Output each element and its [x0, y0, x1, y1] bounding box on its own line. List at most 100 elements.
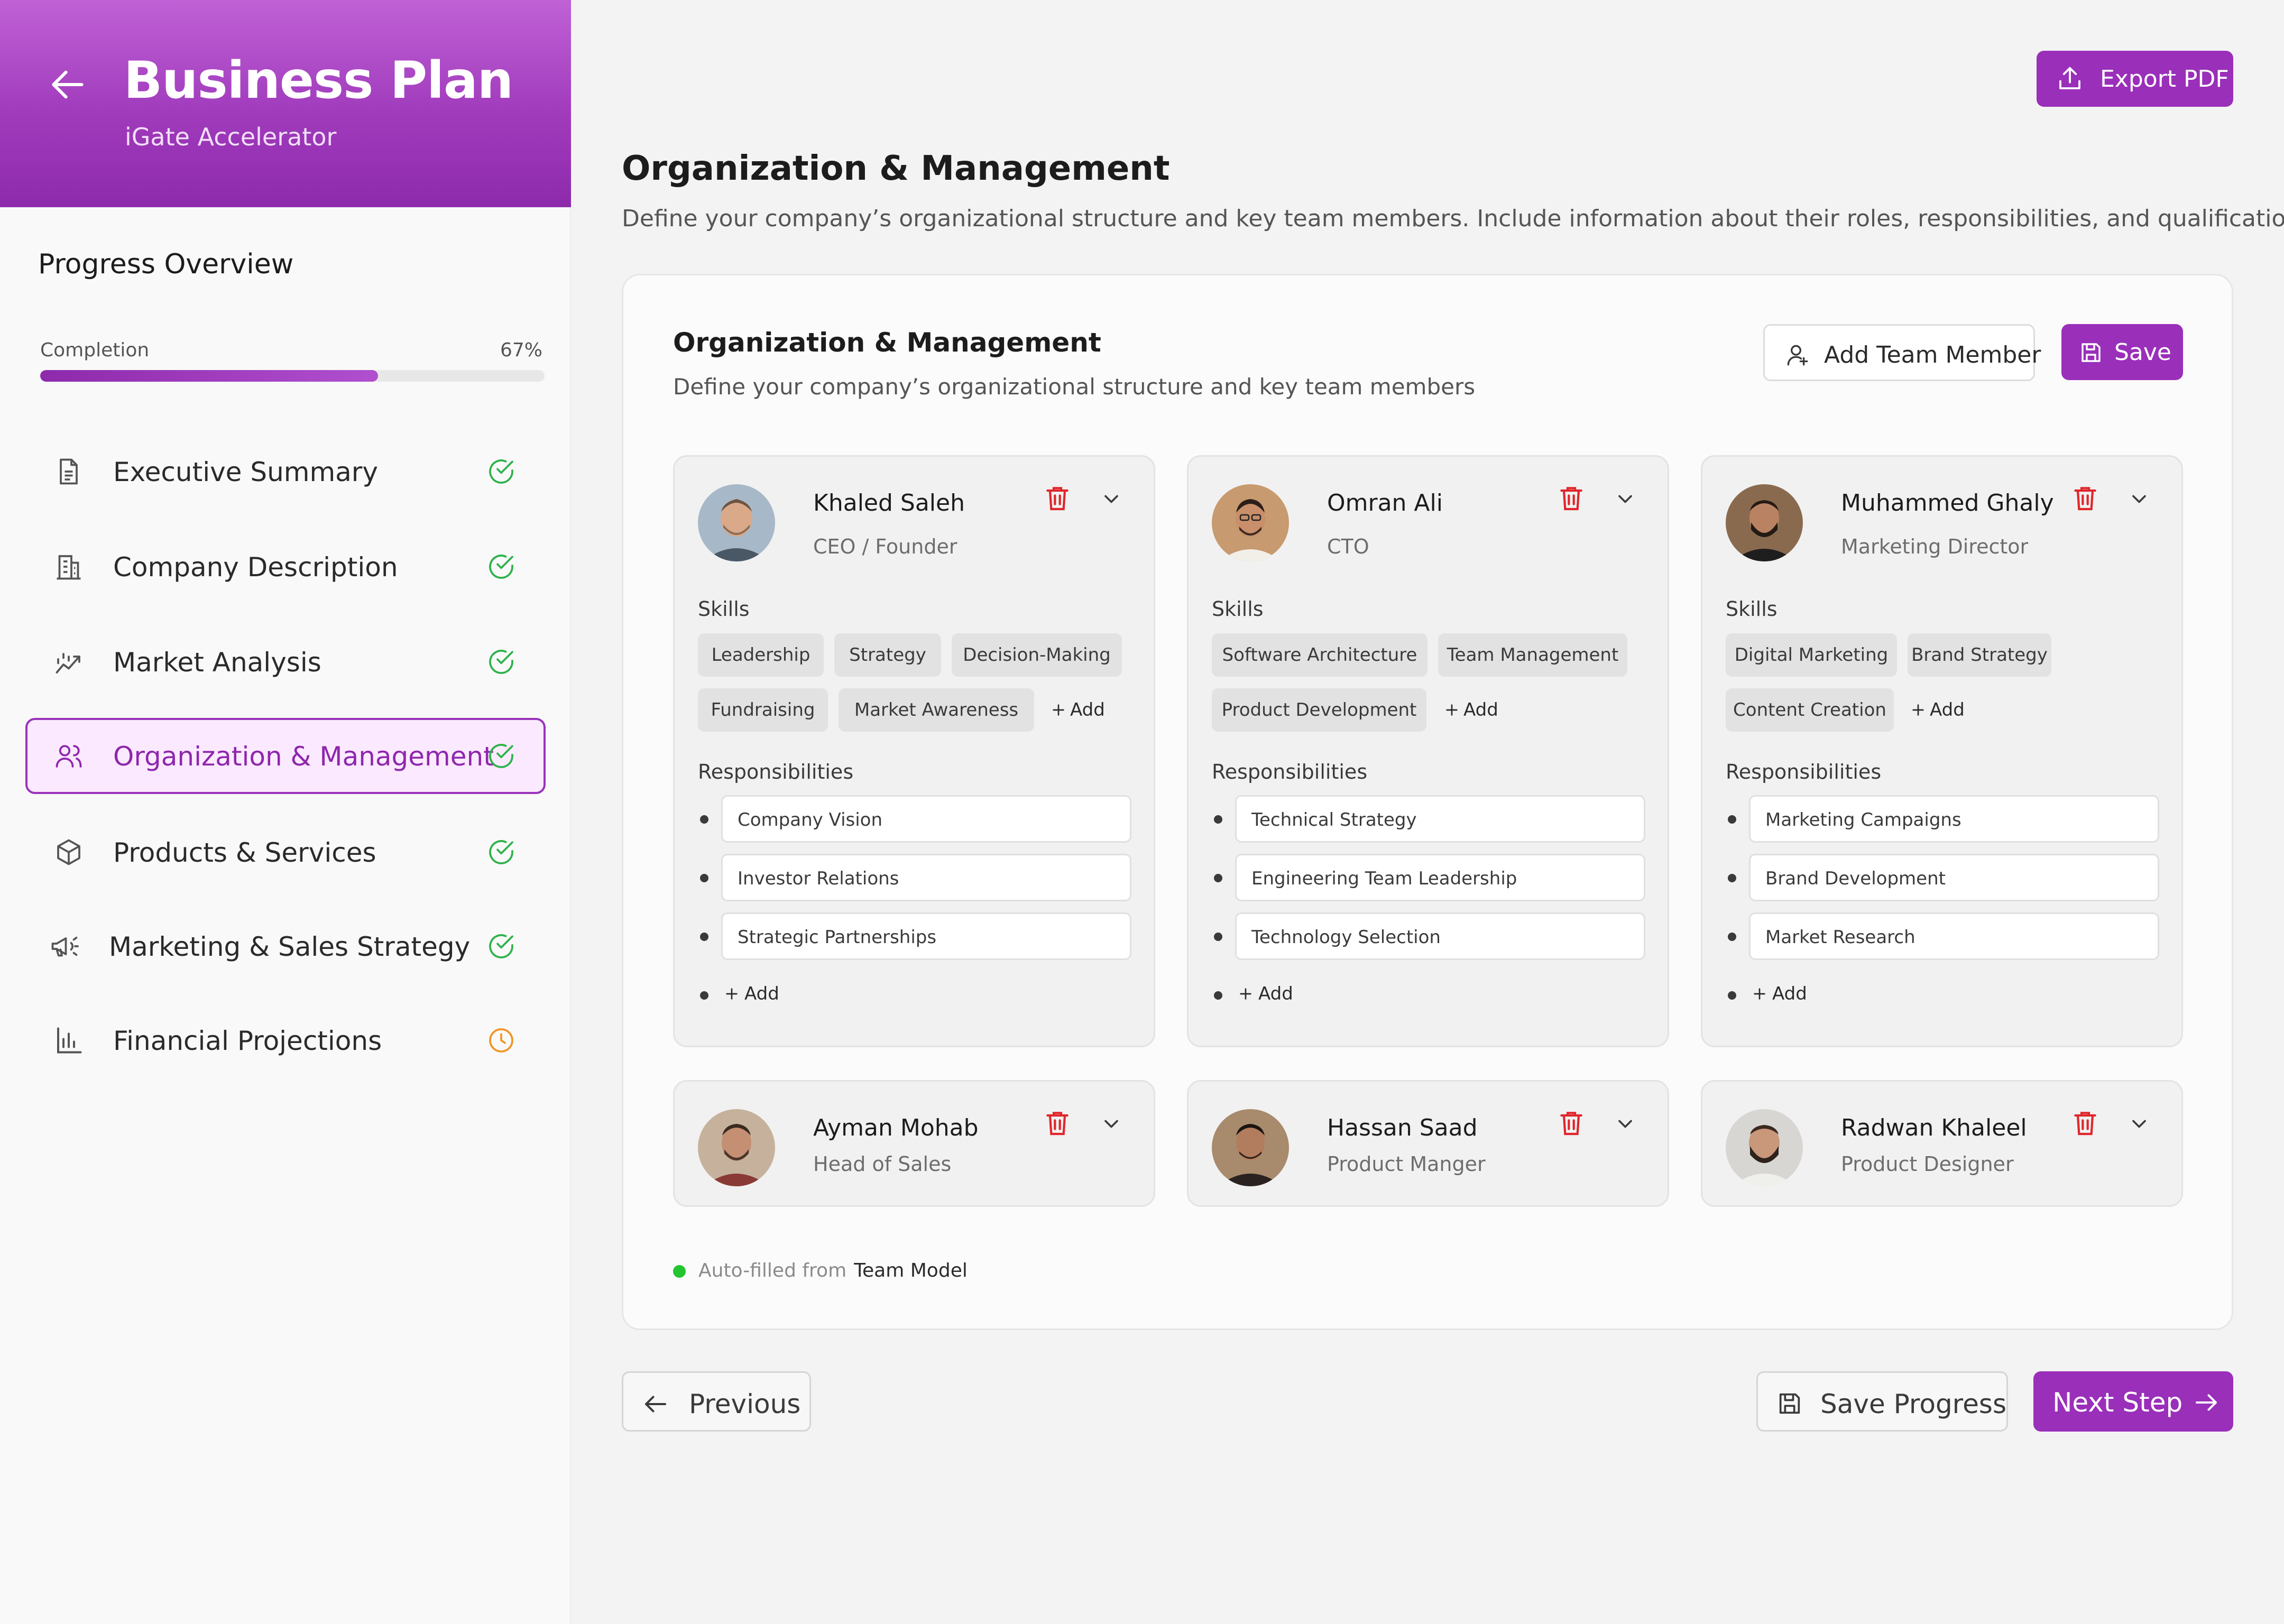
team-member-card[interactable]: Ayman Mohab Head of Sales	[673, 1080, 1155, 1207]
trash-icon[interactable]	[1043, 482, 1072, 514]
save-label: Save	[2114, 339, 2172, 366]
sidebar-item-label: Marketing & Sales Strategy	[109, 931, 471, 962]
responsibility-input[interactable]: Brand Development	[1749, 854, 2159, 901]
chevron-down-icon[interactable]	[1614, 1112, 1637, 1136]
member-name: Ayman Mohab	[813, 1114, 979, 1141]
skill-chip[interactable]: Strategy	[834, 633, 941, 677]
box-icon	[57, 839, 80, 865]
sidebar-item-financial-projections[interactable]: Financial Projections	[25, 1002, 546, 1078]
bullet	[1214, 933, 1222, 941]
skill-chip[interactable]: Brand Strategy	[1908, 633, 2051, 677]
previous-label: Previous	[689, 1389, 801, 1419]
sidebar-item-market-analysis[interactable]: Market Analysis	[25, 624, 546, 700]
previous-button[interactable]: Previous	[622, 1371, 811, 1432]
member-role: Product Manger	[1327, 1152, 1486, 1176]
trash-icon[interactable]	[2070, 482, 2100, 514]
save-button[interactable]: Save	[2061, 324, 2183, 380]
completion-progress-fill	[40, 370, 379, 382]
bullet	[700, 991, 708, 1000]
completion-value: 67%	[500, 339, 542, 361]
skill-chip[interactable]: Fundraising	[698, 688, 828, 732]
skill-chip[interactable]: Decision-Making	[952, 633, 1122, 677]
trash-icon[interactable]	[1557, 1107, 1586, 1139]
responsibility-input[interactable]: Technology Selection	[1235, 912, 1645, 960]
add-responsibility-button[interactable]: Add	[723, 983, 779, 1004]
chevron-down-icon[interactable]	[1100, 487, 1123, 511]
sidebar-item-organization-management[interactable]: Organization & Management	[25, 718, 546, 794]
add-label: Add	[1070, 699, 1105, 721]
sidebar-item-label: Executive Summary	[113, 457, 378, 487]
trash-icon[interactable]	[1557, 482, 1586, 514]
responsibility-text: Engineering Team Leadership	[1251, 868, 1517, 889]
arrow-left-icon[interactable]	[47, 63, 89, 106]
check-circle-icon	[489, 555, 513, 579]
add-skill-button[interactable]: Add	[1910, 688, 1965, 732]
member-name: Radwan Khaleel	[1841, 1114, 2027, 1141]
responsibility-input[interactable]: Technical Strategy	[1235, 795, 1645, 843]
save-progress-label: Save Progress	[1820, 1389, 2007, 1419]
responsibility-text: Marketing Campaigns	[1765, 809, 1961, 831]
trash-icon[interactable]	[2070, 1107, 2100, 1139]
plus-icon	[1912, 704, 1924, 716]
responsibility-input[interactable]: Investor Relations	[721, 854, 1131, 901]
sidebar-item-marketing-sales[interactable]: Marketing & Sales Strategy	[25, 908, 546, 984]
responsibility-text: Technical Strategy	[1251, 809, 1417, 831]
sidebar-item-company-description[interactable]: Company Description	[25, 529, 546, 605]
sidebar-item-label: Organization & Management	[113, 741, 494, 772]
autofill-prefix: Auto-filled from	[698, 1260, 847, 1281]
member-role: Marketing Director	[1841, 535, 2029, 558]
bullet	[1728, 991, 1736, 1000]
sidebar-item-products-services[interactable]: Products & Services	[25, 814, 546, 890]
responsibility-input[interactable]: Market Research	[1749, 912, 2159, 960]
responsibility-text: Market Research	[1765, 927, 1915, 948]
add-skill-button[interactable]: Add	[1050, 688, 1105, 732]
add-skill-button[interactable]: Add	[1443, 688, 1498, 732]
avatar	[1212, 484, 1289, 561]
next-step-button[interactable]: Next Step	[2033, 1371, 2233, 1432]
save-icon	[1779, 1393, 1800, 1414]
skill-chip[interactable]: Content Creation	[1726, 688, 1894, 732]
skill-chip[interactable]: Digital Marketing	[1726, 633, 1897, 677]
responsibility-text: Technology Selection	[1251, 927, 1441, 948]
skill-chip[interactable]: Team Management	[1438, 633, 1627, 677]
member-role: CTO	[1327, 535, 1369, 558]
chevron-down-icon[interactable]	[1614, 487, 1637, 511]
save-progress-button[interactable]: Save Progress	[1756, 1371, 2008, 1432]
team-member-card[interactable]: Radwan Khaleel Product Designer	[1701, 1080, 2183, 1207]
plus-icon	[1446, 704, 1458, 716]
page-title: Organization & Management	[622, 149, 1170, 188]
responsibility-input[interactable]: Company Vision	[721, 795, 1131, 843]
export-pdf-button[interactable]: Export PDF	[2037, 51, 2233, 107]
status-dot	[673, 1265, 686, 1278]
skill-chip[interactable]: Product Development	[1212, 688, 1426, 732]
chart-trend-icon	[56, 653, 80, 673]
chevron-down-icon[interactable]	[2128, 487, 2151, 511]
responsibility-input[interactable]: Engineering Team Leadership	[1235, 854, 1645, 901]
bar-chart-icon	[57, 1027, 82, 1054]
chevron-down-icon[interactable]	[2128, 1112, 2151, 1136]
check-circle-icon	[489, 934, 513, 958]
responsibilities-label: Responsibilities	[698, 760, 854, 783]
member-role: Head of Sales	[813, 1152, 952, 1176]
skill-chip[interactable]: Leadership	[698, 633, 824, 677]
responsibility-input[interactable]: Strategic Partnerships	[721, 912, 1131, 960]
skill-chip[interactable]: Software Architecture	[1212, 633, 1428, 677]
bullet	[700, 933, 708, 941]
arrow-right-icon	[2195, 1394, 2217, 1411]
team-member-card[interactable]: Hassan Saad Product Manger	[1187, 1080, 1669, 1207]
add-responsibility-button[interactable]: Add	[1237, 983, 1293, 1004]
add-responsibility-button[interactable]: Add	[1751, 983, 1807, 1004]
responsibility-text: Company Vision	[738, 809, 883, 831]
bullet	[1214, 874, 1222, 882]
add-label: Add	[1930, 699, 1965, 721]
add-team-member-button[interactable]: Add Team Member	[1763, 324, 2041, 381]
sidebar-item-executive-summary[interactable]: Executive Summary	[25, 433, 546, 510]
responsibility-text: Strategic Partnerships	[738, 927, 937, 948]
trash-icon[interactable]	[1043, 1107, 1072, 1139]
responsibility-input[interactable]: Marketing Campaigns	[1749, 795, 2159, 843]
chevron-down-icon[interactable]	[1100, 1112, 1123, 1136]
skill-chip[interactable]: Market Awareness	[839, 688, 1034, 732]
add-team-member-label: Add Team Member	[1824, 342, 2041, 368]
skills-label: Skills	[698, 597, 750, 621]
bullet	[1728, 933, 1736, 941]
